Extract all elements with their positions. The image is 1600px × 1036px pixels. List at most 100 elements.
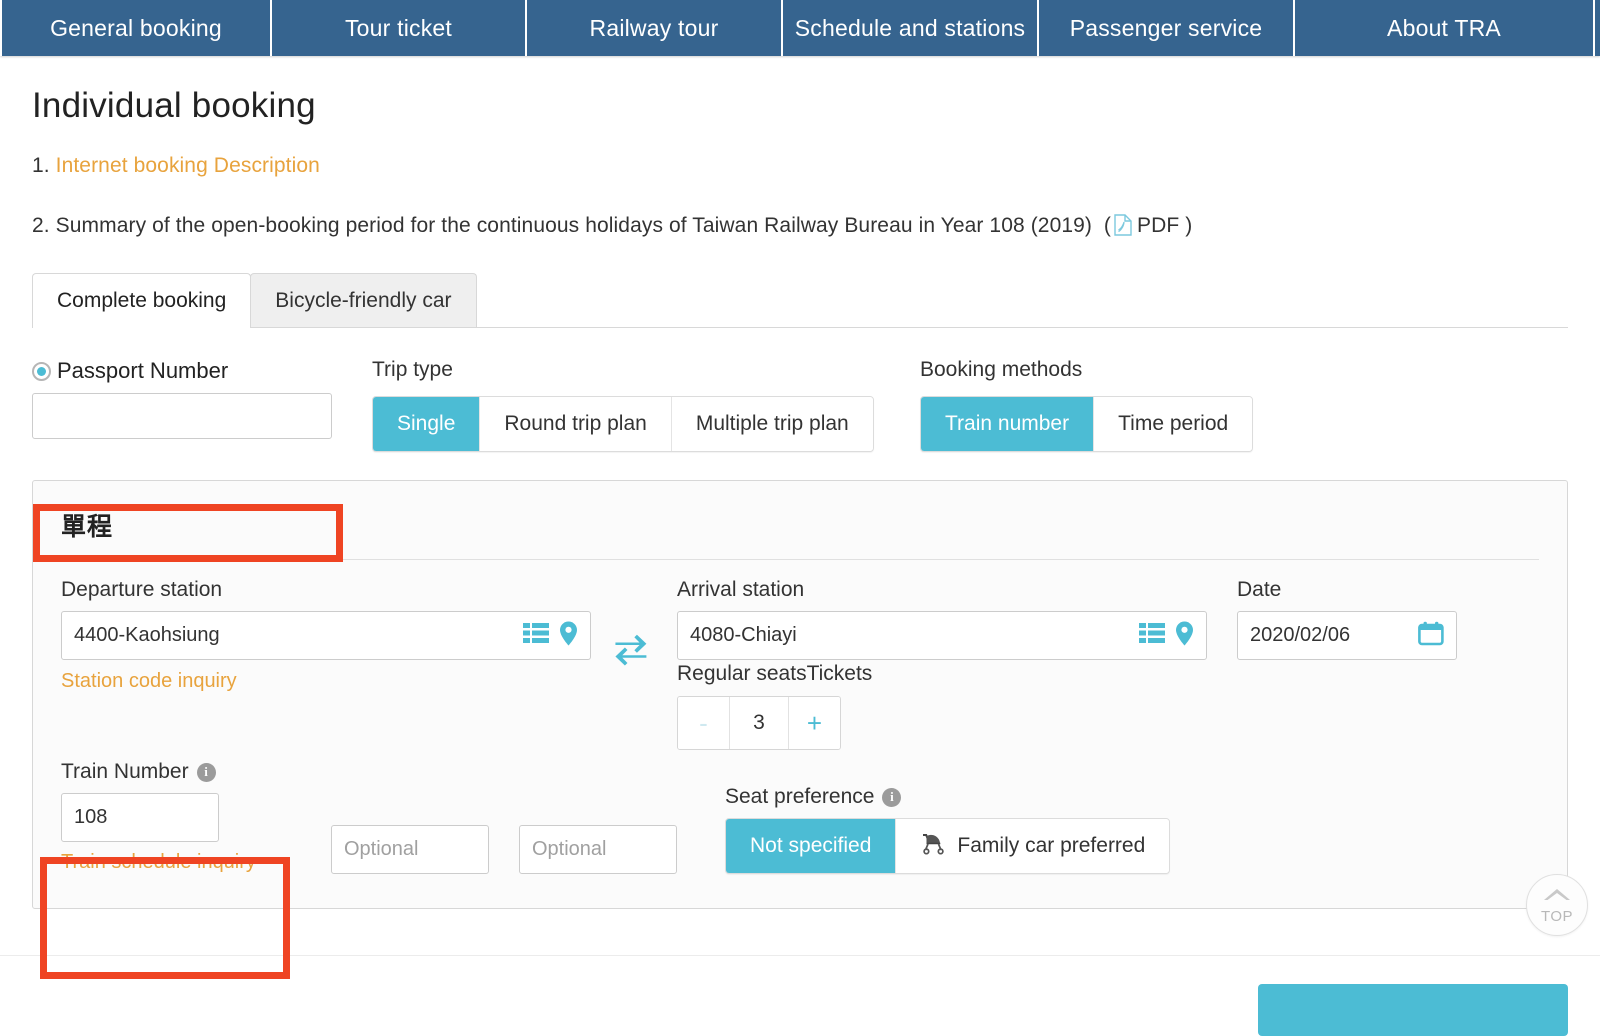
nav-label: Tour ticket <box>345 15 452 42</box>
seg-label: Time period <box>1118 412 1228 436</box>
departure-station-icons <box>523 612 578 659</box>
plus-icon: + <box>807 708 822 739</box>
seat-preference-segmented-control: Not specified Family car preferred <box>725 818 1170 874</box>
train-number-input[interactable]: 108 <box>61 793 219 842</box>
tab-complete-booking[interactable]: Complete booking <box>32 273 251 327</box>
station-list-icon[interactable] <box>1139 622 1165 649</box>
page-title: Individual booking <box>32 86 1568 126</box>
optional-field-1-group: Optional <box>331 825 519 874</box>
nav-item-railway-tour[interactable]: Railway tour <box>527 0 783 56</box>
tab-bicycle-friendly-car[interactable]: Bicycle-friendly car <box>250 273 476 327</box>
submit-area <box>0 955 1600 1016</box>
seg-label: Not specified <box>750 834 871 858</box>
date-input[interactable]: 2020/02/06 <box>1237 611 1457 660</box>
scroll-to-top-button[interactable]: TOP <box>1526 874 1588 936</box>
seat-preference-label: Seat preference <box>725 785 874 809</box>
seat-preference-family-car-button[interactable]: Family car preferred <box>896 819 1169 873</box>
internet-booking-description-link[interactable]: Internet booking Description <box>56 154 320 177</box>
seg-label: Family car preferred <box>957 834 1145 858</box>
departure-station-group: Departure station 4400-Kaohsiung Station… <box>61 578 591 693</box>
departure-station-input[interactable]: 4400-Kaohsiung <box>61 611 591 660</box>
train-schedule-inquiry-link[interactable]: Train schedule inquiry <box>61 851 256 874</box>
date-icons <box>1418 612 1444 659</box>
station-list-icon[interactable] <box>523 622 549 649</box>
map-pin-icon[interactable] <box>1175 621 1194 651</box>
seg-label: Single <box>397 412 455 436</box>
paren-open: ( <box>1104 214 1111 237</box>
passport-number-radio-row[interactable]: Passport Number <box>32 358 372 384</box>
booking-tabs: Complete booking Bicycle-friendly car <box>32 274 1568 328</box>
trip-type-label: Trip type <box>372 358 920 384</box>
tickets-value[interactable]: 3 <box>730 697 788 749</box>
nav-label: Railway tour <box>590 15 719 42</box>
optional-field-2-group: Optional <box>519 825 707 874</box>
trip-type-segmented-control: Single Round trip plan Multiple trip pla… <box>372 396 874 452</box>
nav-item-schedule-and-stations[interactable]: Schedule and stations <box>783 0 1039 56</box>
arrival-station-value: 4080-Chiayi <box>690 624 797 647</box>
booking-options-row: Passport Number Trip type Single Round t… <box>32 358 1568 458</box>
pdf-link-group: ( PDF ) <box>1098 214 1192 237</box>
train-number-label-row: Train Number i <box>61 760 331 784</box>
swap-stations-icon[interactable] <box>612 634 656 668</box>
passport-number-input[interactable] <box>32 393 332 439</box>
paren-close: ) <box>1185 214 1192 237</box>
map-pin-icon[interactable] <box>559 621 578 651</box>
notice-1-number: 1. <box>32 154 50 177</box>
departure-station-value: 4400-Kaohsiung <box>74 624 220 647</box>
booking-methods-label: Booking methods <box>920 358 1290 384</box>
calendar-icon[interactable] <box>1418 621 1444 651</box>
train-number-group: Train Number i 108 Train schedule inquir… <box>61 760 331 874</box>
train-and-seat-row: Train Number i 108 Train schedule inquir… <box>61 760 1539 874</box>
submit-booking-button[interactable] <box>1258 984 1568 1036</box>
seg-label: Round trip plan <box>504 412 646 436</box>
tab-label: Bicycle-friendly car <box>275 289 451 313</box>
stations-row: Departure station 4400-Kaohsiung Station… <box>61 578 1539 750</box>
arrival-station-group: Arrival station 4080-Chiayi Regular seat… <box>677 578 1207 750</box>
notice-2-number: 2. <box>32 214 50 237</box>
optional-field-1-placeholder: Optional <box>344 838 419 861</box>
passport-number-radio[interactable] <box>32 362 51 381</box>
nav-item-passenger-service[interactable]: Passenger service <box>1039 0 1295 56</box>
optional-field-1[interactable]: Optional <box>331 825 489 874</box>
tickets-stepper: - 3 + <box>677 696 841 750</box>
seg-label: Train number <box>945 412 1069 436</box>
tickets-group: Regular seatsTickets - 3 + <box>677 662 1207 750</box>
arrival-station-input[interactable]: 4080-Chiayi <box>677 611 1207 660</box>
info-icon[interactable]: i <box>882 788 901 807</box>
nav-label: General booking <box>50 15 222 42</box>
main-navigation: General booking Tour ticket Railway tour… <box>0 0 1600 56</box>
departure-station-label: Departure station <box>61 578 591 602</box>
trip-type-round-trip-button[interactable]: Round trip plan <box>480 397 671 451</box>
seat-preference-label-row: Seat preference i <box>725 785 1170 809</box>
arrival-station-label: Arrival station <box>677 578 1207 602</box>
trip-form-panel: 單程 Departure station 4400-Kaohsiung Stat… <box>32 480 1568 909</box>
nav-item-general-booking[interactable]: General booking <box>0 0 272 56</box>
panel-title: 單程 <box>61 507 1539 543</box>
booking-method-train-number-button[interactable]: Train number <box>921 397 1094 451</box>
seg-label: Multiple trip plan <box>696 412 849 436</box>
booking-methods-column: Booking methods Train number Time period <box>920 358 1290 458</box>
arrival-station-icons <box>1139 612 1194 659</box>
nav-label: About TRA <box>1387 15 1501 42</box>
tickets-decrement-button[interactable]: - <box>678 697 730 749</box>
passport-number-label: Passport Number <box>57 358 228 384</box>
chevron-up-icon <box>1542 886 1572 907</box>
station-code-inquiry-link[interactable]: Station code inquiry <box>61 670 237 693</box>
notice-2-text: Summary of the open-booking period for t… <box>56 214 1092 237</box>
trip-type-single-button[interactable]: Single <box>373 397 480 451</box>
tab-label: Complete booking <box>57 289 226 313</box>
info-icon[interactable]: i <box>197 763 216 782</box>
booking-method-time-period-button[interactable]: Time period <box>1094 397 1252 451</box>
booking-methods-segmented-control: Train number Time period <box>920 396 1253 452</box>
seat-preference-not-specified-button[interactable]: Not specified <box>726 819 896 873</box>
date-value: 2020/02/06 <box>1250 624 1350 647</box>
nav-item-tour-ticket[interactable]: Tour ticket <box>272 0 527 56</box>
pdf-link[interactable]: PDF <box>1137 214 1179 237</box>
optional-field-2[interactable]: Optional <box>519 825 677 874</box>
trip-type-multiple-trip-button[interactable]: Multiple trip plan <box>672 397 873 451</box>
tickets-increment-button[interactable]: + <box>788 697 840 749</box>
nav-item-about-tra[interactable]: About TRA <box>1295 0 1595 56</box>
notice-item-2: 2. Summary of the open-booking period fo… <box>32 214 1568 238</box>
notice-list: 1. Internet booking Description 2. Summa… <box>32 154 1568 238</box>
date-label: Date <box>1237 578 1457 602</box>
